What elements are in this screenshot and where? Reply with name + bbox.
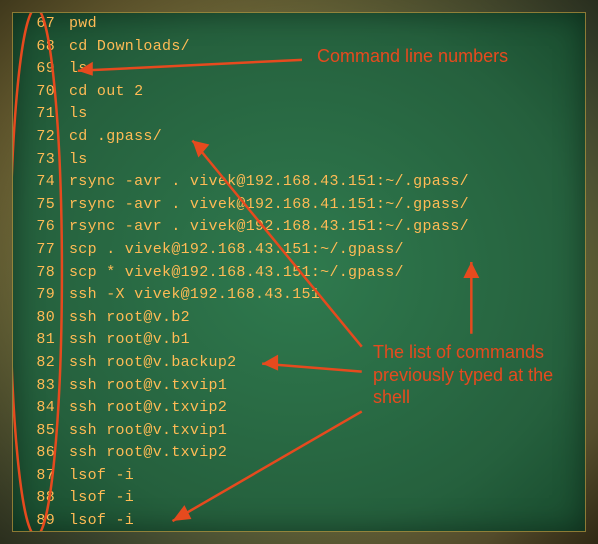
history-row: 82 ssh root@v.backup2	[21, 354, 469, 377]
history-row: 81 ssh root@v.b1	[21, 331, 469, 354]
command-text: cd .gpass/	[69, 128, 162, 145]
command-text: ls	[69, 60, 88, 77]
history-row: 77 scp . vivek@192.168.43.151:~/.gpass/	[21, 241, 469, 264]
command-text: rsync -avr . vivek@192.168.43.151:~/.gpa…	[69, 173, 469, 190]
history-list: 67pwd68cd Downloads/69ls70cd out 271ls72…	[13, 13, 469, 532]
terminal-window: 67pwd68cd Downloads/69ls70cd out 271ls72…	[12, 12, 586, 532]
line-number: 79	[21, 286, 55, 303]
command-text: lsof -i	[69, 467, 134, 484]
line-number: 80	[21, 309, 55, 326]
history-row: 83 ssh root@v.txvip1	[21, 377, 469, 400]
line-number: 67	[21, 15, 55, 32]
line-number: 84	[21, 399, 55, 416]
command-text: ssh root@v.b1	[69, 331, 190, 348]
command-text: rsync -avr . vivek@192.168.43.151:~/.gpa…	[69, 218, 469, 235]
command-text: ls	[69, 105, 88, 122]
history-row: 76 rsync -avr . vivek@192.168.43.151:~/.g…	[21, 218, 469, 241]
history-row: 71 ls	[21, 105, 469, 128]
command-text: ssh root@v.backup2	[69, 354, 236, 371]
history-row: 75 rsync -avr . vivek@192.168.41.151:~/.g…	[21, 196, 469, 219]
line-number: 68	[21, 38, 55, 55]
line-number: 76	[21, 218, 55, 235]
history-row: 85 ssh root@v.txvip1	[21, 422, 469, 445]
line-number: 83	[21, 377, 55, 394]
line-number: 74	[21, 173, 55, 190]
line-number: 71	[21, 105, 55, 122]
command-text: pwd	[69, 15, 97, 32]
line-number: 78	[21, 264, 55, 281]
history-row: 72 cd .gpass/	[21, 128, 469, 151]
history-row: 88 lsof -i	[21, 489, 469, 512]
history-row: 78 scp * vivek@192.168.43.151:~/.gpass/	[21, 264, 469, 287]
command-text: lsof -i	[69, 489, 134, 506]
command-text: ssh root@v.txvip2	[69, 444, 227, 461]
command-text: scp . vivek@192.168.43.151:~/.gpass/	[69, 241, 404, 258]
line-number: 70	[21, 83, 55, 100]
command-text: ssh root@v.txvip1	[69, 377, 227, 394]
line-number: 85	[21, 422, 55, 439]
history-row: 79 ssh -X vivek@192.168.43.151	[21, 286, 469, 309]
history-row: 89 lsof -i	[21, 512, 469, 532]
line-number: 87	[21, 467, 55, 484]
line-number: 77	[21, 241, 55, 258]
history-row: 68 cd Downloads/	[21, 38, 469, 61]
history-row: 74 rsync -avr . vivek@192.168.43.151:~/.g…	[21, 173, 469, 196]
image-frame: 67pwd68cd Downloads/69ls70cd out 271ls72…	[0, 0, 598, 544]
command-text: ssh root@v.b2	[69, 309, 190, 326]
command-text: scp * vivek@192.168.43.151:~/.gpass/	[69, 264, 404, 281]
history-row: 70 cd out 2	[21, 83, 469, 106]
history-row: 67 pwd	[21, 15, 469, 38]
command-text: rsync -avr . vivek@192.168.41.151:~/.gpa…	[69, 196, 469, 213]
command-text: cd out 2	[69, 83, 143, 100]
history-row: 69 ls	[21, 60, 469, 83]
command-text: ls	[69, 151, 88, 168]
line-number: 69	[21, 60, 55, 77]
history-row: 84 ssh root@v.txvip2	[21, 399, 469, 422]
history-row: 73 ls	[21, 151, 469, 174]
line-number: 81	[21, 331, 55, 348]
line-number: 72	[21, 128, 55, 145]
line-number: 89	[21, 512, 55, 529]
command-text: lsof -i	[69, 512, 134, 529]
command-text: ssh root@v.txvip1	[69, 422, 227, 439]
history-row: 80 ssh root@v.b2	[21, 309, 469, 332]
command-text: ssh -X vivek@192.168.43.151	[69, 286, 320, 303]
line-number: 73	[21, 151, 55, 168]
command-text: ssh root@v.txvip2	[69, 399, 227, 416]
line-number: 82	[21, 354, 55, 371]
history-row: 87 lsof -i	[21, 467, 469, 490]
line-number: 75	[21, 196, 55, 213]
line-number: 86	[21, 444, 55, 461]
command-text: cd Downloads/	[69, 38, 190, 55]
line-number: 88	[21, 489, 55, 506]
history-row: 86 ssh root@v.txvip2	[21, 444, 469, 467]
